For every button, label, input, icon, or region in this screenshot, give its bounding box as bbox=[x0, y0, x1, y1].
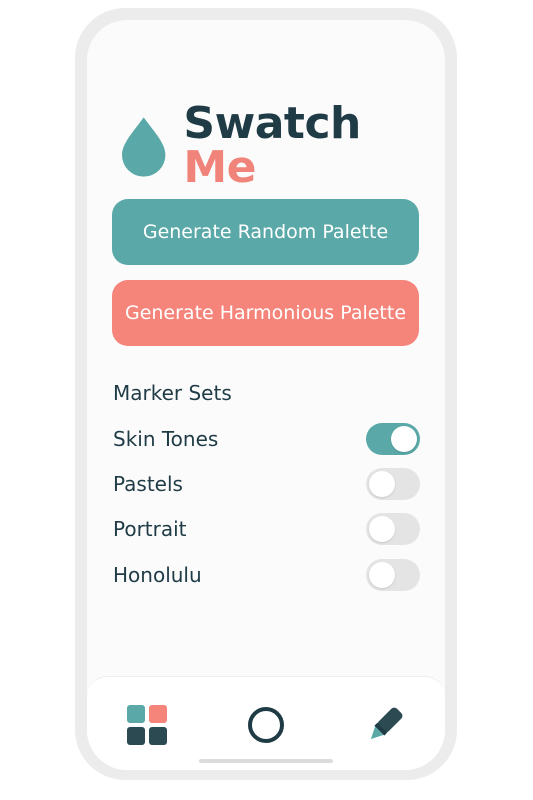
app-title-me: Me bbox=[183, 142, 257, 193]
skin-tones-toggle[interactable] bbox=[366, 423, 420, 455]
generate-harmonious-palette-button[interactable]: Generate Harmonious Palette bbox=[112, 280, 419, 346]
bottom-nav-bar bbox=[87, 676, 445, 770]
honolulu-toggle[interactable] bbox=[366, 559, 420, 591]
app-header: Swatch Me bbox=[120, 102, 445, 190]
app-screen: Swatch Me Generate Random Palette Genera… bbox=[87, 20, 445, 770]
palette-grid-icon bbox=[127, 705, 167, 745]
marker-set-label: Honolulu bbox=[113, 563, 202, 587]
marker-set-label: Skin Tones bbox=[113, 427, 219, 451]
toggle-knob bbox=[369, 562, 395, 588]
marker-set-row-pastels: Pastels bbox=[113, 467, 420, 501]
toggle-knob bbox=[369, 516, 395, 542]
app-title: Swatch Me bbox=[183, 102, 445, 190]
generate-random-palette-button[interactable]: Generate Random Palette bbox=[112, 199, 419, 265]
pastels-toggle[interactable] bbox=[366, 468, 420, 500]
marker-set-row-honolulu: Honolulu bbox=[113, 558, 420, 592]
portrait-toggle[interactable] bbox=[366, 513, 420, 545]
marker-sets-heading: Marker Sets bbox=[113, 381, 232, 405]
home-indicator[interactable] bbox=[199, 759, 333, 763]
toggle-knob bbox=[369, 471, 395, 497]
nav-palettes-button[interactable] bbox=[125, 703, 169, 747]
marker-set-row-skin-tones: Skin Tones bbox=[113, 422, 420, 456]
marker-set-label: Portrait bbox=[113, 517, 187, 541]
nav-markers-button[interactable] bbox=[363, 703, 407, 747]
water-drop-icon bbox=[121, 117, 166, 177]
marker-set-label: Pastels bbox=[113, 472, 183, 496]
marker-set-row-portrait: Portrait bbox=[113, 512, 420, 546]
phone-frame: Swatch Me Generate Random Palette Genera… bbox=[75, 8, 457, 780]
toggle-knob bbox=[391, 426, 417, 452]
nav-circle-button[interactable] bbox=[244, 703, 288, 747]
marker-icon bbox=[370, 707, 403, 740]
circle-icon bbox=[248, 707, 284, 743]
